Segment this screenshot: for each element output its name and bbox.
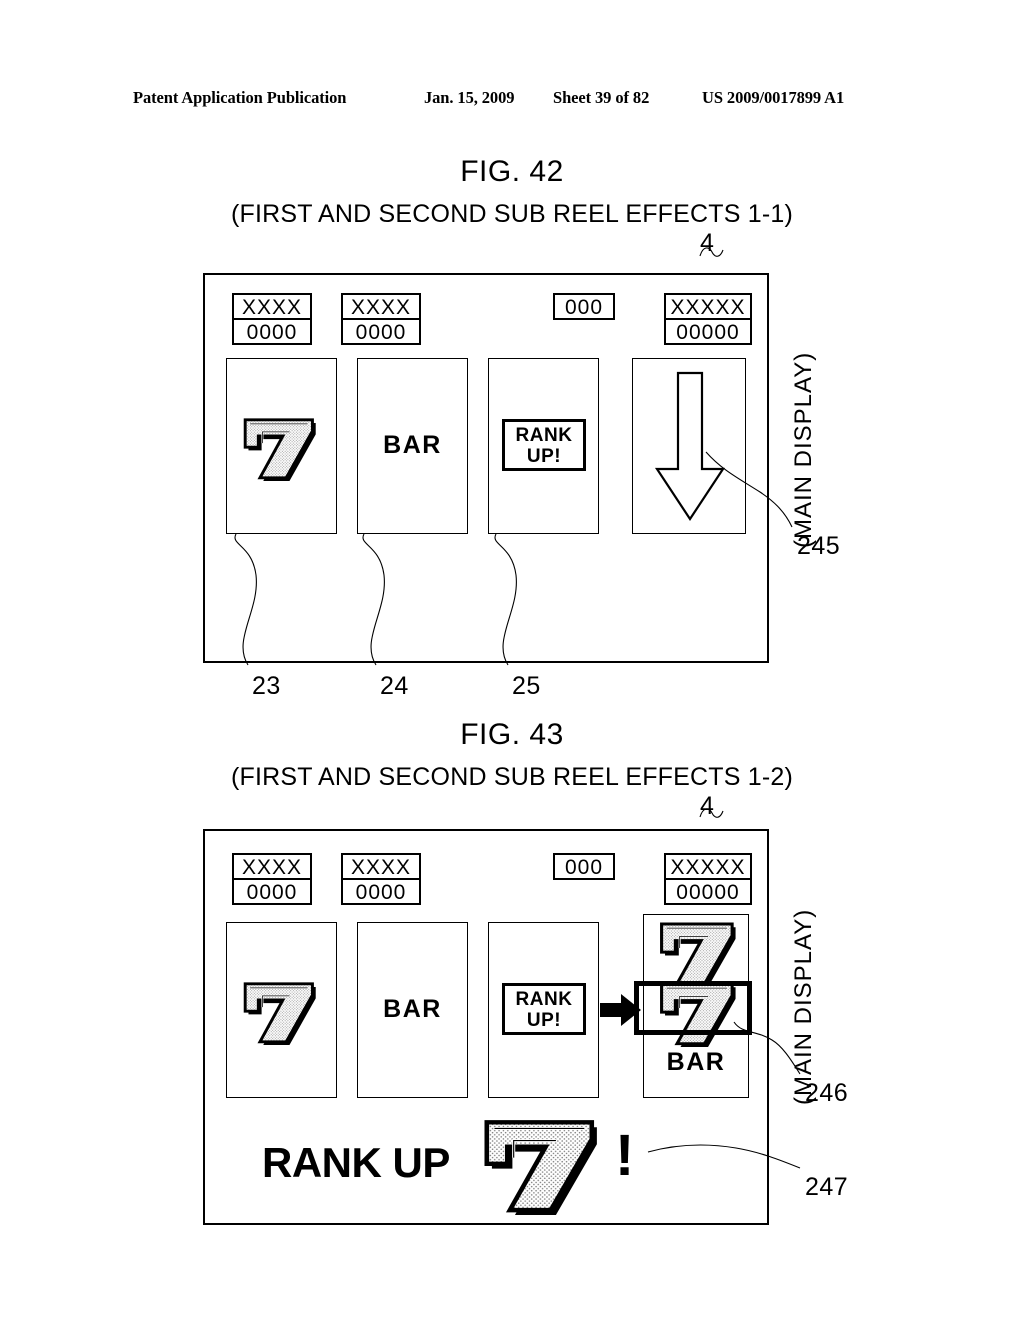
seven-symbol-icon (237, 979, 319, 1045)
fig-42-ref-245: 245 (797, 532, 841, 560)
rank-up-badge-line2: UP! (526, 1010, 562, 1031)
winning-symbol-highlight (634, 981, 752, 1035)
down-arrow-icon (653, 371, 727, 523)
fig-42-info-box-4-bottom: 00000 (676, 321, 740, 344)
fig-43-info-box-1: XXXX 0000 (232, 853, 312, 905)
fig-42-info-box-2-bottom: 0000 (355, 321, 407, 344)
header-sheet-label: Sheet 39 of 82 (553, 88, 650, 107)
page-header: Patent Application Publication Jan. 15, … (0, 88, 1024, 114)
fig-42-reel-4 (632, 358, 746, 534)
fig-43-info-box-4: XXXXX 00000 (664, 853, 752, 905)
header-patent-number: US 2009/0017899 A1 (702, 88, 845, 107)
fig-42-reel-3: RANK UP! (488, 358, 599, 534)
fig-43-info-box-3-top: 000 (564, 856, 604, 879)
fig-43-title: FIG. 43 (460, 718, 564, 751)
fig-43-info-box-2-bottom: 0000 (355, 881, 407, 904)
rank-up-banner-exclamation: ! (615, 1123, 635, 1188)
fig-42-info-box-1-top: XXXX (234, 295, 310, 320)
fig-43-main-display-side-label: (MAIN DISPLAY) (790, 908, 817, 1105)
header-date-label: Jan. 15, 2009 (424, 88, 515, 107)
rank-up-badge-line1: RANK (515, 425, 573, 446)
rank-up-banner-text: RANK UP (262, 1139, 450, 1186)
fig-42-frame-callout: 4 (700, 229, 715, 257)
seven-symbol-banner-icon (474, 1115, 602, 1215)
fig-42-main-display-side-label: (MAIN DISPLAY) (790, 351, 817, 548)
fig-42-subtitle: (FIRST AND SECOND SUB REEL EFFECTS 1-1) (230, 200, 794, 228)
rank-up-badge: RANK UP! (502, 419, 586, 471)
fig-42-ref-25: 25 (512, 672, 541, 700)
fig-43-info-box-4-bottom: 00000 (676, 881, 740, 904)
fig-43-reel-4-bar-label: BAR (666, 1048, 726, 1076)
fig-42-info-box-3-top: 000 (564, 296, 604, 319)
fig-43-info-box-1-bottom: 0000 (246, 881, 298, 904)
fig-42-ref-24: 24 (380, 672, 409, 700)
fig-42-reel-2-label: BAR (383, 431, 442, 459)
fig-43-reel-3: RANK UP! (488, 922, 599, 1098)
fig-43-info-box-2-top: XXXX (343, 855, 419, 880)
fig-43-reel-2-label: BAR (383, 995, 442, 1023)
fig-42-reel-2: BAR (357, 358, 468, 534)
rank-up-badge-line2: UP! (526, 446, 562, 467)
fig-42-title: FIG. 42 (460, 155, 564, 188)
fig-43-info-box-4-top: XXXXX (666, 855, 750, 880)
fig-42-ref-23: 23 (252, 672, 281, 700)
fig-43-ref-246: 246 (805, 1079, 849, 1107)
fig-43-info-box-1-top: XXXX (234, 855, 310, 880)
fig-43-subtitle: (FIRST AND SECOND SUB REEL EFFECTS 1-2) (230, 763, 794, 791)
fig-43-frame-callout: 4 (700, 792, 715, 820)
fig-43-info-box-2: XXXX 0000 (341, 853, 421, 905)
seven-symbol-icon (237, 415, 319, 481)
fig-42-info-box-2: XXXX 0000 (341, 293, 421, 345)
rank-up-badge-line1: RANK (515, 989, 573, 1010)
fig-42-info-box-4-top: XXXXX (666, 295, 750, 320)
fig-43-ref-247: 247 (805, 1173, 849, 1201)
fig-43-info-box-3: 000 (553, 853, 615, 880)
fig-42-info-box-4: XXXXX 00000 (664, 293, 752, 345)
rank-up-badge: RANK UP! (502, 983, 586, 1035)
fig-43-reel-1 (226, 922, 337, 1098)
fig-42-info-box-3: 000 (553, 293, 615, 320)
header-publication-label: Patent Application Publication (133, 88, 347, 107)
seven-symbol-icon (653, 919, 739, 987)
fig-42-info-box-1: XXXX 0000 (232, 293, 312, 345)
fig-42-info-box-2-top: XXXX (343, 295, 419, 320)
fig-42-reel-1 (226, 358, 337, 534)
fig-43-reel-2: BAR (357, 922, 468, 1098)
fig-42-info-box-1-bottom: 0000 (246, 321, 298, 344)
